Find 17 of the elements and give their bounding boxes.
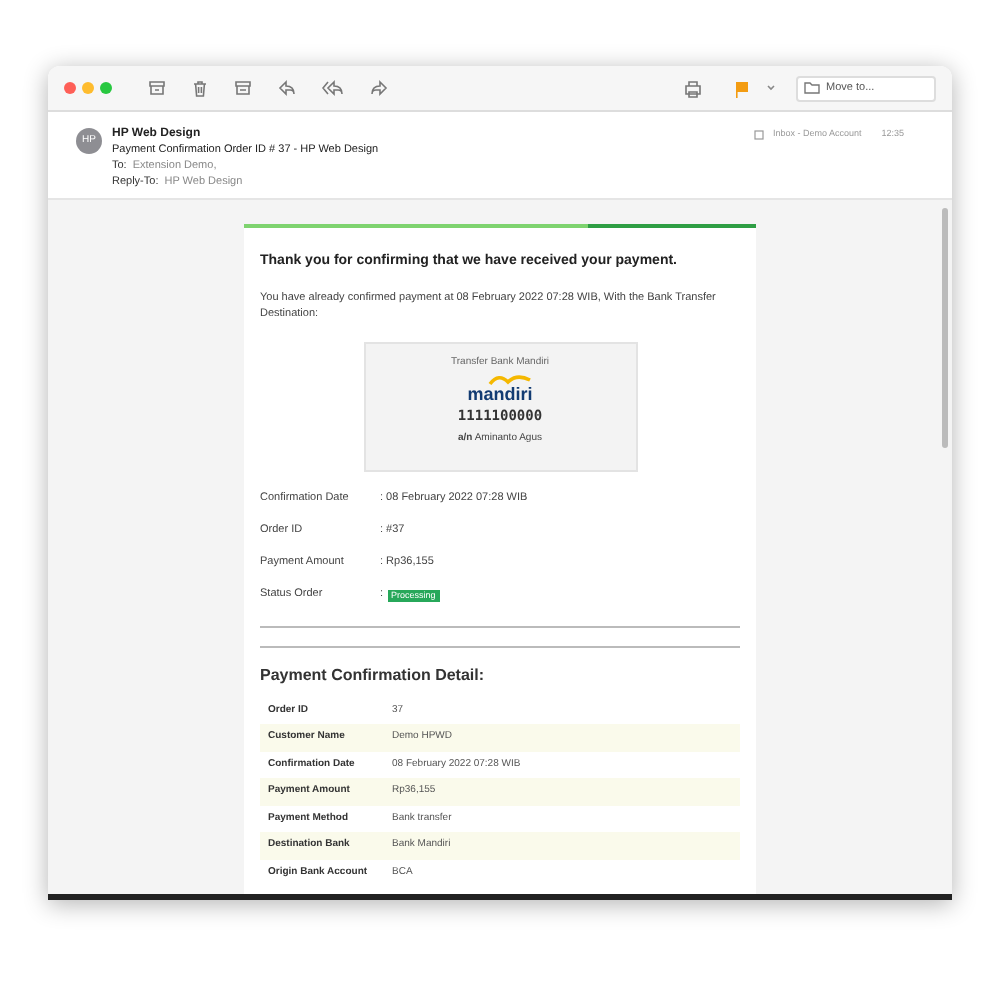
reply-all-icon[interactable] [322, 80, 344, 96]
chevron-down-icon[interactable] [766, 84, 776, 92]
detail-heading: Payment Confirmation Detail: [260, 663, 487, 687]
printer-icon[interactable] [684, 79, 702, 97]
bank-logo: mandiri [467, 386, 533, 404]
archive-icon[interactable] [148, 80, 166, 96]
reply-icon[interactable] [278, 80, 296, 96]
scrollbar[interactable] [942, 208, 948, 448]
close-window-button[interactable] [64, 82, 76, 94]
forward-icon[interactable] [370, 80, 388, 96]
junk-icon[interactable] [234, 80, 252, 96]
flag-icon[interactable] [734, 79, 750, 97]
wave-icon [487, 374, 532, 386]
folder-icon [804, 82, 820, 94]
inbox-icon [754, 130, 765, 140]
trash-icon[interactable] [192, 79, 208, 97]
zoom-window-button[interactable] [100, 82, 112, 94]
